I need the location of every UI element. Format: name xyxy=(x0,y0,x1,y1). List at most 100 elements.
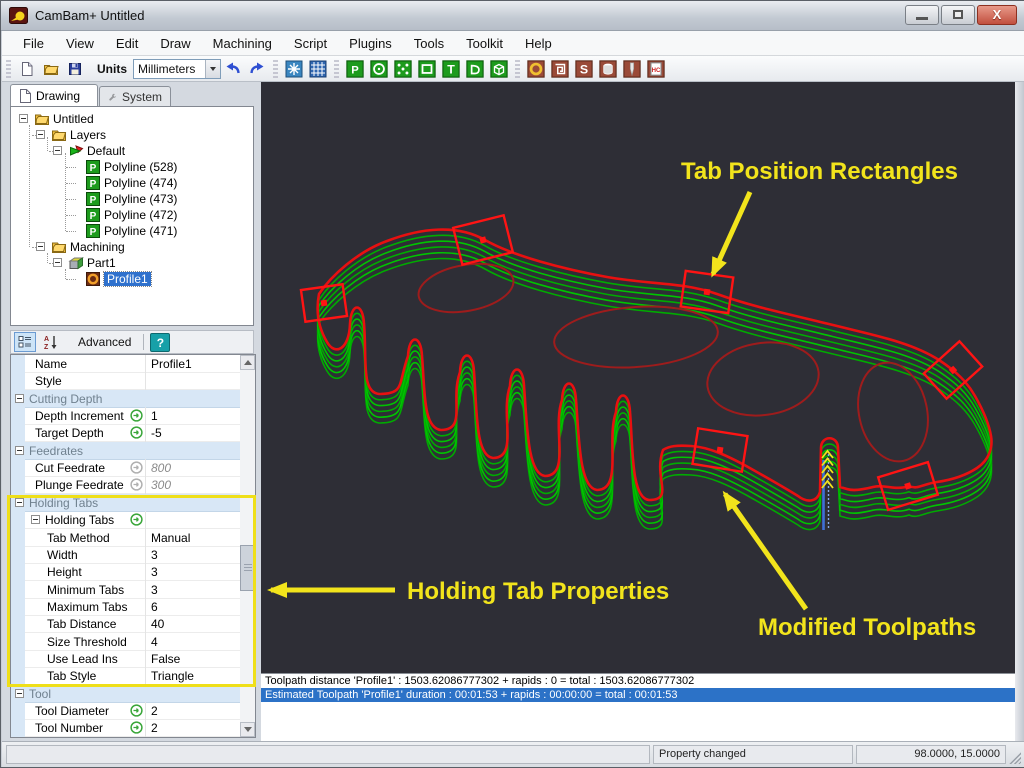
title-bar[interactable]: CamBam+ Untitled X xyxy=(1,1,1024,31)
tree-item-label[interactable]: Default xyxy=(87,144,125,158)
tree-item-profile1[interactable]: Profile1 xyxy=(11,271,253,287)
close-button[interactable]: X xyxy=(977,5,1017,25)
points-tool-button[interactable] xyxy=(393,59,413,79)
log-line-selected[interactable]: Estimated Toolpath 'Profile1' duration :… xyxy=(261,688,1015,702)
tree-expander[interactable] xyxy=(19,114,28,123)
redo-button[interactable] xyxy=(247,59,267,79)
tree-item-polyline-471-[interactable]: PPolyline (471) xyxy=(11,223,253,239)
property-row-cut-feedrate[interactable]: Cut Feedrate800 xyxy=(11,459,240,477)
surface-tool-button[interactable] xyxy=(489,59,509,79)
grid-toggle-button[interactable] xyxy=(308,59,328,79)
tree-item-label[interactable]: Part1 xyxy=(87,256,116,270)
resize-grip[interactable] xyxy=(1008,751,1021,764)
category-collapse-icon[interactable] xyxy=(15,394,24,403)
tab-drawing[interactable]: Drawing xyxy=(10,84,98,106)
property-row-tool-number[interactable]: Tool Number2 xyxy=(11,719,240,737)
undo-button[interactable] xyxy=(223,59,243,79)
menu-plugins[interactable]: Plugins xyxy=(338,31,403,56)
tree-item-label[interactable]: Polyline (473) xyxy=(104,192,177,206)
property-value[interactable]: 300 xyxy=(151,478,171,492)
nc-file-button[interactable]: HC xyxy=(646,59,666,79)
menu-tools[interactable]: Tools xyxy=(403,31,455,56)
tree-item-label[interactable]: Untitled xyxy=(53,112,94,126)
menu-script[interactable]: Script xyxy=(283,31,338,56)
category-collapse-icon[interactable] xyxy=(15,446,24,455)
property-row-style[interactable]: Style xyxy=(11,372,240,390)
menu-edit[interactable]: Edit xyxy=(105,31,149,56)
toolbar-grip[interactable] xyxy=(273,60,278,78)
menu-file[interactable]: File xyxy=(12,31,55,56)
property-value[interactable]: 2 xyxy=(151,721,158,735)
menu-help[interactable]: Help xyxy=(514,31,563,56)
drawing-viewport[interactable]: Tab Position RectanglesHolding Tab Prope… xyxy=(261,82,1015,673)
units-dropdown-button[interactable] xyxy=(205,60,220,78)
scroll-up-button[interactable] xyxy=(240,355,255,370)
tree-item-label[interactable]: Polyline (471) xyxy=(104,224,177,238)
tree-item-polyline-528-[interactable]: PPolyline (528) xyxy=(11,159,253,175)
property-value[interactable]: Profile1 xyxy=(151,357,192,371)
property-category-feedrates[interactable]: Feedrates xyxy=(11,442,240,460)
tree-expander[interactable] xyxy=(53,146,62,155)
tree-item-label[interactable]: Layers xyxy=(70,128,106,142)
tree-expander[interactable] xyxy=(53,258,62,267)
tree-expander[interactable] xyxy=(36,242,45,251)
tree-item-polyline-472-[interactable]: PPolyline (472) xyxy=(11,207,253,223)
save-file-button[interactable] xyxy=(65,59,85,79)
menu-draw[interactable]: Draw xyxy=(149,31,201,56)
property-category-cutting-depth[interactable]: Cutting Depth xyxy=(11,390,240,408)
alphabetical-sort-button[interactable]: AZ xyxy=(40,332,62,352)
tree-item-label[interactable]: Polyline (474) xyxy=(104,176,177,190)
tree-item-untitled[interactable]: Untitled xyxy=(11,111,253,127)
scroll-down-button[interactable] xyxy=(240,722,255,737)
tree-item-layers[interactable]: Layers xyxy=(11,127,253,143)
tree-item-part1[interactable]: Part1 xyxy=(11,255,253,271)
text-tool-button[interactable]: T xyxy=(441,59,461,79)
category-collapse-icon[interactable] xyxy=(15,689,24,698)
maximize-button[interactable] xyxy=(941,5,975,25)
property-row-depth-increment[interactable]: Depth Increment1 xyxy=(11,407,240,425)
log-line[interactable]: Toolpath distance 'Profile1' : 1503.6208… xyxy=(261,674,1015,688)
property-row-tool-diameter[interactable]: Tool Diameter2 xyxy=(11,702,240,720)
drill-op-button[interactable] xyxy=(622,59,642,79)
profile-op-button[interactable] xyxy=(526,59,546,79)
property-value[interactable]: 800 xyxy=(151,461,171,475)
snap-to-grid-button[interactable] xyxy=(284,59,304,79)
toolbar-grip[interactable] xyxy=(334,60,339,78)
tree-item-label[interactable]: Polyline (528) xyxy=(104,160,177,174)
tree-item-label[interactable]: Profile1 xyxy=(104,272,151,286)
minimize-button[interactable] xyxy=(905,5,939,25)
menu-machining[interactable]: Machining xyxy=(202,31,283,56)
new-file-button[interactable] xyxy=(17,59,37,79)
toolbar-grip[interactable] xyxy=(515,60,520,78)
polyline-tool-button[interactable]: P xyxy=(345,59,365,79)
property-category-tool[interactable]: Tool xyxy=(11,685,240,703)
toolbar-grip[interactable] xyxy=(6,60,11,78)
lathe-op-button[interactable] xyxy=(598,59,618,79)
property-value[interactable]: 2 xyxy=(151,704,158,718)
menu-view[interactable]: View xyxy=(55,31,105,56)
advanced-button[interactable]: Advanced xyxy=(72,333,137,351)
property-value[interactable]: 1 xyxy=(151,409,158,423)
tree-item-machining[interactable]: Machining xyxy=(11,239,253,255)
menu-toolkit[interactable]: Toolkit xyxy=(455,31,514,56)
tree-expander[interactable] xyxy=(36,130,45,139)
engrave-op-button[interactable]: S xyxy=(574,59,594,79)
property-row-target-depth[interactable]: Target Depth-5 xyxy=(11,424,240,442)
tree-item-default[interactable]: Default xyxy=(11,143,253,159)
pocket-op-button[interactable] xyxy=(550,59,570,79)
tree-item-polyline-474-[interactable]: PPolyline (474) xyxy=(11,175,253,191)
property-value[interactable]: -5 xyxy=(151,426,162,440)
circle-tool-button[interactable] xyxy=(369,59,389,79)
tree-item-label[interactable]: Polyline (472) xyxy=(104,208,177,222)
tree-item-label[interactable]: Machining xyxy=(70,240,125,254)
tree-item-polyline-473-[interactable]: PPolyline (473) xyxy=(11,191,253,207)
property-row-plunge-feedrate[interactable]: Plunge Feedrate300 xyxy=(11,476,240,494)
property-row-name[interactable]: NameProfile1 xyxy=(11,355,240,373)
tab-system[interactable]: System xyxy=(99,86,171,106)
categorized-view-button[interactable] xyxy=(14,332,36,352)
rectangle-tool-button[interactable] xyxy=(417,59,437,79)
help-button[interactable]: ? xyxy=(150,333,170,352)
arc-tool-button[interactable] xyxy=(465,59,485,79)
units-combobox[interactable]: Millimeters xyxy=(133,59,221,79)
open-file-button[interactable] xyxy=(41,59,61,79)
